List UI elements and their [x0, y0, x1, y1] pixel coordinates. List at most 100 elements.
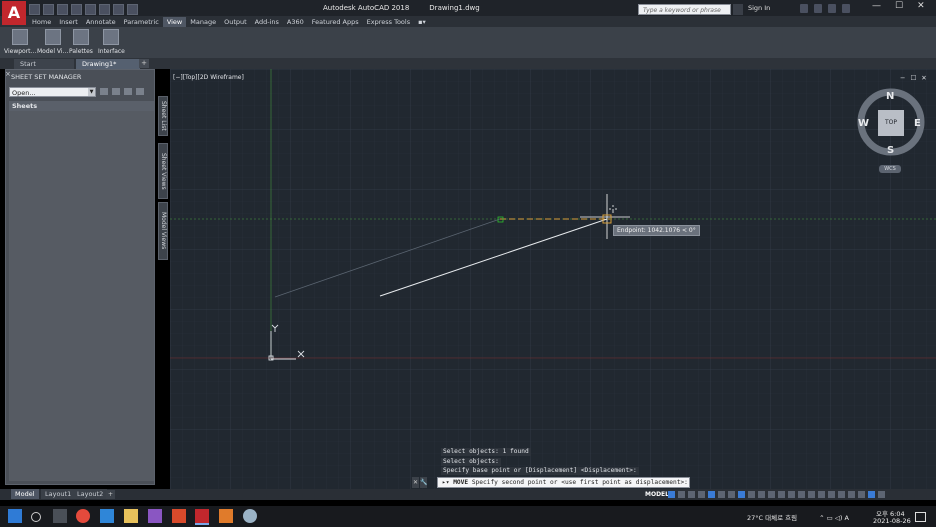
minimize-button[interactable]: —	[872, 1, 881, 11]
file-explorer-icon[interactable]	[124, 509, 138, 523]
command-close-icon[interactable]: ✕	[412, 477, 419, 488]
archive-icon[interactable]	[136, 88, 144, 95]
tab-layout1[interactable]: Layout1	[41, 489, 76, 499]
viewcube-north[interactable]: N	[886, 91, 894, 102]
command-line-input[interactable]: ▸▾ MOVE Specify second point or <use fir…	[437, 477, 690, 488]
transparency-icon[interactable]	[758, 491, 765, 498]
exchange-icon[interactable]	[814, 4, 822, 13]
chrome-icon[interactable]	[76, 509, 90, 523]
tab-express-tools[interactable]: Express Tools	[363, 17, 414, 27]
input-language[interactable]: A	[845, 514, 849, 522]
app-menu-button[interactable]: A	[2, 1, 26, 25]
polar-toggle-icon[interactable]	[708, 491, 715, 498]
tab-model[interactable]: Model	[11, 489, 39, 499]
redo-icon[interactable]	[113, 4, 124, 15]
sheet-set-dropdown[interactable]: Open...	[9, 87, 96, 97]
new-icon[interactable]	[29, 4, 40, 15]
osnap-tracking-icon[interactable]	[728, 491, 735, 498]
maximize-button[interactable]: ☐	[895, 1, 903, 11]
save-as-icon[interactable]	[71, 4, 82, 15]
interface-button[interactable]: Interface	[98, 29, 125, 55]
search-icon[interactable]	[31, 512, 41, 522]
viewport-controls-label[interactable]: [−][Top][2D Wireframe]	[173, 74, 244, 81]
isodraft-icon[interactable]	[718, 491, 725, 498]
annotation-monitor-icon[interactable]	[808, 491, 815, 498]
cart-icon[interactable]	[800, 4, 808, 13]
snap-toggle-icon[interactable]	[678, 491, 685, 498]
status-menu-icon[interactable]	[878, 491, 885, 498]
lineweight-icon[interactable]	[748, 491, 755, 498]
viewport-minimize-button[interactable]: −	[900, 74, 905, 82]
viewport-restore-button[interactable]: ☐	[910, 74, 916, 82]
grid-toggle-icon[interactable]	[668, 491, 675, 498]
ortho-toggle-icon[interactable]	[698, 491, 705, 498]
viewport-configuration-button[interactable]: Viewport...	[4, 29, 36, 55]
drawing-canvas[interactable]	[170, 69, 936, 489]
clean-screen-icon[interactable]	[858, 491, 865, 498]
palettes-button[interactable]: Palettes	[69, 29, 93, 55]
annotation-visibility-icon[interactable]	[788, 491, 795, 498]
tab-add-ins[interactable]: Add-ins	[251, 17, 283, 27]
customize-dropdown-icon[interactable]	[127, 4, 138, 15]
viewcube-top-face[interactable]: TOP	[878, 110, 904, 136]
tab-featured-apps[interactable]: Featured Apps	[308, 17, 363, 27]
chevron-down-icon[interactable]: ▼	[88, 88, 95, 96]
help-icon[interactable]	[842, 4, 850, 13]
start-icon[interactable]	[8, 509, 22, 523]
viewcube-south[interactable]: S	[887, 145, 894, 156]
weather-widget[interactable]: 27°C 대체로 흐림	[747, 514, 797, 522]
model-viewports-button[interactable]: Model Vi...	[37, 29, 68, 55]
search-icon[interactable]	[733, 4, 743, 15]
snap-menu-icon[interactable]	[688, 491, 695, 498]
wcs-menu-button[interactable]: WCS	[879, 165, 901, 173]
viewcube-west[interactable]: W	[858, 118, 869, 129]
viewcube-east[interactable]: E	[914, 118, 921, 129]
tab-a360[interactable]: A360	[283, 17, 308, 27]
account-icon[interactable]	[828, 4, 836, 13]
tab-layout2[interactable]: Layout2	[73, 489, 108, 499]
sheets-tree[interactable]	[9, 111, 154, 481]
app-taskbar-icon[interactable]	[219, 509, 233, 523]
close-button[interactable]: ✕	[917, 1, 925, 11]
command-customize-icon[interactable]: 🔧	[420, 477, 427, 488]
rhino-icon[interactable]	[172, 509, 186, 523]
undo-icon[interactable]	[99, 4, 110, 15]
isolate-objects-icon[interactable]	[838, 491, 845, 498]
tray-icons[interactable]: ⌃ ▭ ◁)	[819, 514, 844, 522]
sign-in-button[interactable]: Sign In	[748, 4, 770, 12]
new-tab-button[interactable]: +	[139, 59, 149, 68]
tab-annotate[interactable]: Annotate	[82, 17, 120, 27]
transmit-icon[interactable]	[124, 88, 132, 95]
save-icon[interactable]	[57, 4, 68, 15]
task-view-icon[interactable]	[53, 509, 67, 523]
osnap-toggle-icon[interactable]	[738, 491, 745, 498]
plot-icon[interactable]	[85, 4, 96, 15]
tab-manage[interactable]: Manage	[186, 17, 220, 27]
tab-start[interactable]: Start	[14, 59, 74, 69]
snipping-tool-icon[interactable]	[243, 509, 257, 523]
plot-icon[interactable]	[112, 88, 120, 95]
model-space-button[interactable]: MODEL	[645, 491, 669, 498]
tab-insert[interactable]: Insert	[55, 17, 82, 27]
workspace-icon[interactable]	[798, 491, 805, 498]
annotation-scale-icon[interactable]	[778, 491, 785, 498]
tab-view[interactable]: View	[162, 17, 187, 27]
palette-close-icon[interactable]: ×	[5, 70, 11, 78]
notification-icon[interactable]	[915, 512, 926, 522]
open-icon[interactable]	[43, 4, 54, 15]
viewport-close-button[interactable]: ✕	[921, 74, 926, 82]
hardware-acceleration-icon[interactable]	[848, 491, 855, 498]
tab-home[interactable]: Home	[28, 17, 55, 27]
side-tab-sheet-views[interactable]: Sheet Views	[158, 143, 168, 199]
search-input[interactable]: Type a keyword or phrase	[638, 4, 731, 15]
tab-drawing1[interactable]: Drawing1*	[76, 59, 140, 69]
units-icon[interactable]	[818, 491, 825, 498]
ribbon-options-icon[interactable]: ▪▾	[414, 17, 430, 27]
publish-icon[interactable]	[100, 88, 108, 95]
tab-output[interactable]: Output	[220, 17, 251, 27]
autocad-taskbar-icon[interactable]	[195, 509, 209, 525]
new-layout-button[interactable]: +	[106, 490, 115, 499]
vscode-icon[interactable]	[100, 509, 114, 523]
visual-studio-icon[interactable]	[148, 509, 162, 523]
clock-date[interactable]: 2021-08-26	[873, 517, 911, 525]
